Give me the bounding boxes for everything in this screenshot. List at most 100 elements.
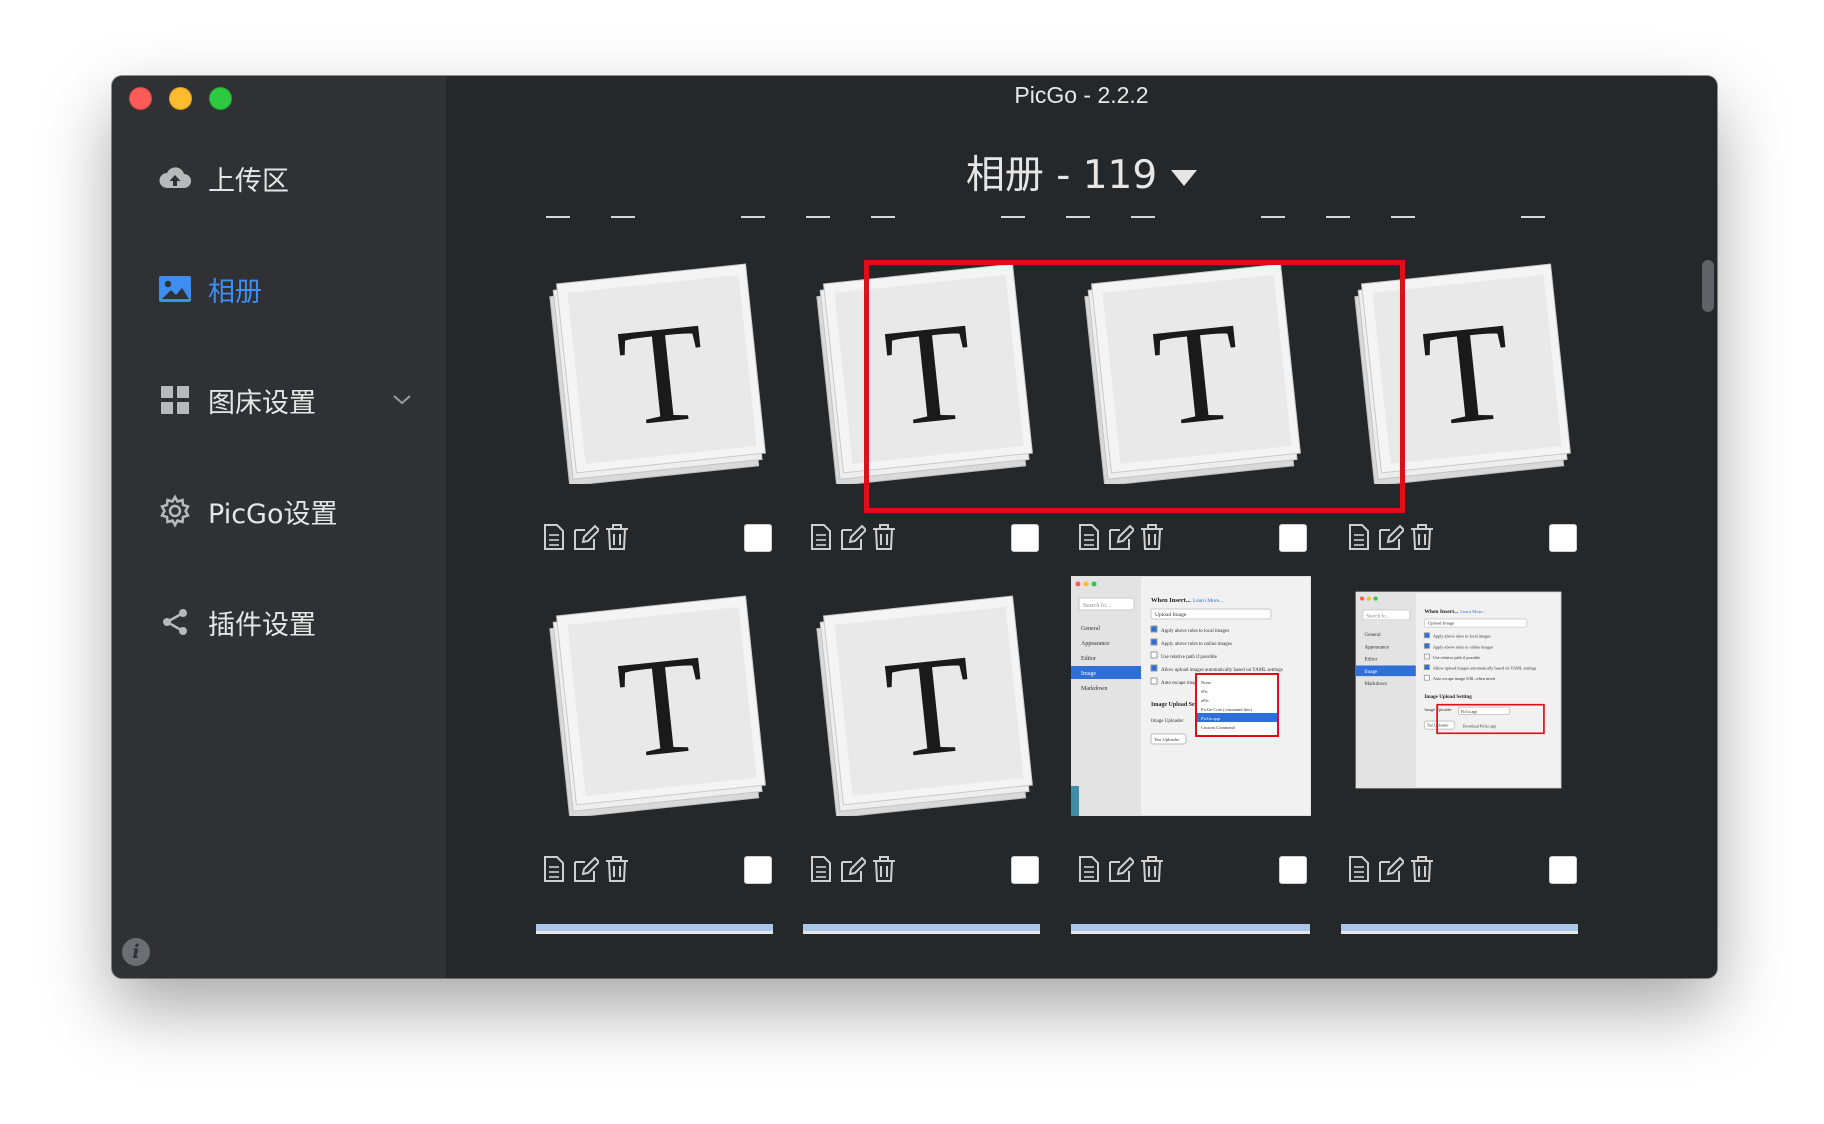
- svg-text:Test Uploader: Test Uploader: [1427, 724, 1449, 728]
- thumbnail-partial[interactable]: [1071, 924, 1310, 934]
- separator-dash: [1521, 216, 1545, 218]
- delete-icon[interactable]: [603, 522, 631, 552]
- svg-text:Image Uploader: Image Uploader: [1424, 707, 1452, 712]
- thumbnail-partial[interactable]: [1341, 924, 1578, 934]
- copy-link-icon[interactable]: [1074, 854, 1102, 884]
- select-checkbox[interactable]: [1279, 524, 1307, 552]
- item-actions: [1341, 522, 1581, 556]
- item-actions: [1341, 854, 1581, 888]
- item-actions: [1071, 854, 1311, 888]
- separator-dash: [1001, 216, 1025, 218]
- select-checkbox[interactable]: [1549, 524, 1577, 552]
- gallery-item[interactable]: Search fo... General Appearance Editor Image…: [1341, 576, 1581, 884]
- copy-link-icon[interactable]: [539, 522, 567, 552]
- image-thumbnail[interactable]: T: [803, 576, 1043, 819]
- thumbnail-partial[interactable]: [803, 924, 1040, 934]
- sidebar-item-upload[interactable]: 上传区: [158, 156, 289, 200]
- delete-icon[interactable]: [870, 522, 898, 552]
- delete-icon[interactable]: [1138, 522, 1166, 552]
- separator-dash: [611, 216, 635, 218]
- svg-text:Upload Image: Upload Image: [1155, 612, 1187, 618]
- select-checkbox[interactable]: [1279, 856, 1307, 884]
- grid-icon: [158, 383, 192, 417]
- main-panel: PicGo - 2.2.2 相册 - 119 T T T T T T Search fo..…: [446, 76, 1717, 978]
- svg-text:uPic: uPic: [1201, 698, 1209, 703]
- sidebar-item-album[interactable]: 相册: [158, 267, 262, 311]
- edit-icon[interactable]: [1376, 522, 1404, 552]
- svg-text:T: T: [612, 625, 713, 788]
- thumbnail-partial[interactable]: [536, 924, 773, 934]
- sidebar-item-label: PicGo设置: [208, 498, 338, 530]
- sidebar-item-label: 上传区: [208, 165, 289, 197]
- svg-text:Learn More...: Learn More...: [1193, 598, 1224, 604]
- separator-dash: [741, 216, 765, 218]
- select-checkbox[interactable]: [744, 856, 772, 884]
- svg-text:Search fo...: Search fo...: [1366, 614, 1389, 619]
- svg-text:PicGo.app: PicGo.app: [1201, 716, 1221, 721]
- delete-icon[interactable]: [1408, 854, 1436, 884]
- svg-text:T: T: [879, 625, 980, 788]
- svg-text:T: T: [1417, 293, 1518, 456]
- edit-icon[interactable]: [571, 522, 599, 552]
- sidebar-item-label: 相册: [208, 276, 262, 308]
- image-thumbnail[interactable]: Search fo... General Appearance Editor Image…: [1070, 575, 1312, 817]
- chevron-down-icon[interactable]: [390, 388, 414, 412]
- copy-link-icon[interactable]: [1344, 854, 1372, 884]
- copy-link-icon[interactable]: [806, 854, 834, 884]
- info-icon[interactable]: i: [122, 938, 150, 966]
- image-thumbnail[interactable]: T: [536, 244, 776, 487]
- svg-text:General: General: [1081, 626, 1100, 632]
- gallery-item[interactable]: T: [536, 244, 776, 552]
- item-actions: [536, 522, 776, 556]
- select-checkbox[interactable]: [1011, 856, 1039, 884]
- svg-text:Apply above rules to online im: Apply above rules to online images: [1161, 642, 1232, 647]
- minimize-window-button[interactable]: [169, 87, 192, 110]
- gallery-item[interactable]: T: [536, 576, 776, 884]
- copy-link-icon[interactable]: [539, 854, 567, 884]
- svg-text:Editor: Editor: [1081, 656, 1096, 662]
- sidebar-item-plugin-settings[interactable]: 插件设置: [158, 600, 316, 644]
- svg-text:Search fo...: Search fo...: [1083, 602, 1111, 609]
- caret-down-icon[interactable]: [1171, 169, 1198, 186]
- svg-text:Apply above rules to local ima: Apply above rules to local images: [1161, 629, 1229, 634]
- sidebar-item-label: 插件设置: [208, 609, 316, 641]
- edit-icon[interactable]: [838, 854, 866, 884]
- maximize-window-button[interactable]: [209, 87, 232, 110]
- svg-text:PicGo.app: PicGo.app: [1461, 710, 1477, 714]
- share-icon: [158, 605, 192, 639]
- gallery-item[interactable]: T: [803, 576, 1043, 884]
- edit-icon[interactable]: [1106, 522, 1134, 552]
- album-title[interactable]: 相册 - 119: [446, 144, 1717, 200]
- image-thumbnail[interactable]: Search fo... General Appearance Editor Image…: [1341, 576, 1581, 816]
- scrollbar-thumb[interactable]: [1702, 260, 1714, 312]
- svg-text:T: T: [612, 293, 713, 456]
- image-thumbnail[interactable]: T: [536, 576, 776, 819]
- edit-icon[interactable]: [1106, 854, 1134, 884]
- edit-icon[interactable]: [838, 522, 866, 552]
- copy-link-icon[interactable]: [806, 522, 834, 552]
- svg-text:General: General: [1365, 633, 1382, 638]
- edit-icon[interactable]: [571, 854, 599, 884]
- sidebar-item-picgo-settings[interactable]: PicGo设置: [158, 489, 337, 533]
- select-checkbox[interactable]: [744, 524, 772, 552]
- delete-icon[interactable]: [1138, 854, 1166, 884]
- svg-text:Image: Image: [1081, 671, 1096, 677]
- close-window-button[interactable]: [129, 87, 152, 110]
- select-checkbox[interactable]: [1011, 524, 1039, 552]
- separator-dash: [1131, 216, 1155, 218]
- svg-text:Apply above rules to online im: Apply above rules to online images: [1433, 644, 1494, 649]
- svg-text:Image: Image: [1365, 670, 1379, 675]
- svg-text:Markdown: Markdown: [1365, 682, 1388, 687]
- delete-icon[interactable]: [870, 854, 898, 884]
- svg-text:Custom Command: Custom Command: [1201, 725, 1236, 730]
- image-gallery-icon: [158, 272, 192, 306]
- svg-text:Image Upload Setting: Image Upload Setting: [1424, 695, 1472, 700]
- sidebar-item-image-hosting[interactable]: 图床设置: [158, 378, 316, 422]
- select-checkbox[interactable]: [1549, 856, 1577, 884]
- delete-icon[interactable]: [1408, 522, 1436, 552]
- edit-icon[interactable]: [1376, 854, 1404, 884]
- gallery-item[interactable]: Search fo... General Appearance Editor Image…: [1070, 575, 1312, 884]
- copy-link-icon[interactable]: [1074, 522, 1102, 552]
- copy-link-icon[interactable]: [1344, 522, 1372, 552]
- delete-icon[interactable]: [603, 854, 631, 884]
